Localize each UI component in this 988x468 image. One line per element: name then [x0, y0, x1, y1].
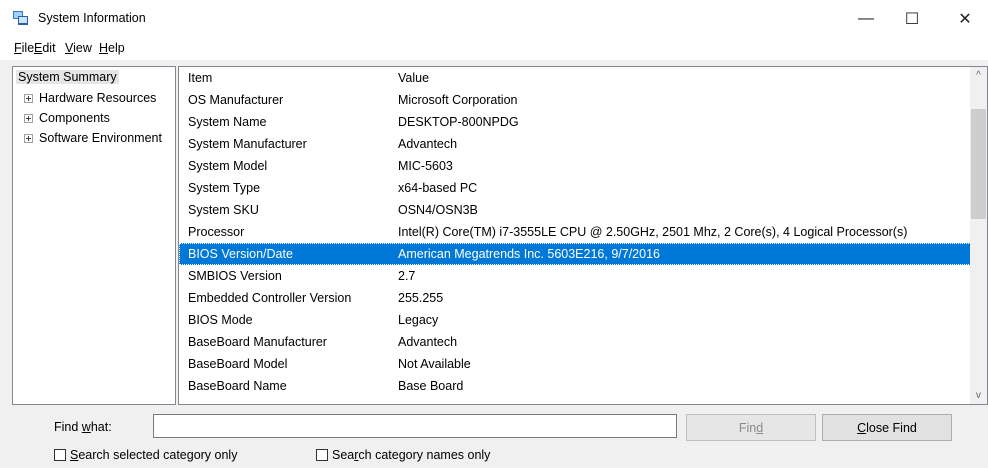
list-row[interactable]: BaseBoard Manufacturer Advantech: [179, 331, 971, 353]
checkbox-box[interactable]: [54, 449, 66, 461]
menu-view[interactable]: View: [65, 41, 92, 55]
row-item: SMBIOS Version: [188, 269, 282, 283]
row-item: BaseBoard Name: [188, 379, 287, 393]
row-item: BaseBoard Model: [188, 357, 288, 371]
checkbox-label: Search category names only: [332, 448, 491, 462]
row-item: BIOS Version/Date: [188, 247, 293, 261]
row-item: System SKU: [188, 203, 259, 217]
scroll-up-icon[interactable]: ^: [970, 67, 987, 84]
row-item: Processor: [188, 225, 245, 239]
row-item: BIOS Mode: [188, 313, 253, 327]
row-value: Not Available: [398, 357, 471, 371]
list-row[interactable]: System Name DESKTOP-800NPDG: [179, 111, 971, 133]
tree-item-hardware-resources[interactable]: Hardware Resources: [13, 89, 173, 107]
maximize-button[interactable]: ☐: [889, 0, 935, 38]
row-item: BaseBoard Manufacturer: [188, 335, 327, 349]
row-value: Advantech: [398, 335, 458, 349]
checkbox-label: Search selected category only: [70, 448, 238, 462]
title-bar: System Information — ☐ ✕: [0, 0, 988, 38]
list-row[interactable]: Embedded Controller Version 255.255: [179, 287, 971, 309]
list-row[interactable]: System Type x64-based PC: [179, 177, 971, 199]
row-value: Advantech: [398, 137, 458, 151]
list-row[interactable]: SMBIOS Version 2.7: [179, 265, 971, 287]
find-what-label: Find what:: [54, 420, 112, 434]
list-row[interactable]: BIOS Mode Legacy: [179, 309, 971, 331]
row-value: American Megatrends Inc. 5603E216, 9/7/2…: [398, 247, 660, 261]
menu-edit[interactable]: Edit: [34, 41, 56, 55]
column-header-item[interactable]: Item: [188, 67, 212, 89]
category-tree[interactable]: System Summary Hardware Resources Compon…: [12, 66, 176, 405]
list-row[interactable]: OS Manufacturer Microsoft Corporation: [179, 89, 971, 111]
vertical-scrollbar[interactable]: ^ v: [970, 67, 987, 404]
menu-bar: File Edit View Help: [0, 38, 988, 60]
row-value: 255.255: [398, 291, 444, 305]
menu-help[interactable]: Help: [99, 41, 125, 55]
expand-icon[interactable]: [24, 114, 33, 123]
close-find-button[interactable]: Close Find: [822, 414, 952, 441]
list-row[interactable]: System Model MIC-5603: [179, 155, 971, 177]
window-title: System Information: [38, 11, 146, 25]
system-information-icon: [13, 11, 28, 25]
row-item: System Model: [188, 159, 268, 173]
scroll-thumb[interactable]: [971, 109, 986, 219]
row-value: Base Board: [398, 379, 464, 393]
row-value: DESKTOP-800NPDG: [398, 115, 519, 129]
row-value: Intel(R) Core(TM) i7-3555LE CPU @ 2.50GH…: [398, 225, 908, 239]
column-header-value[interactable]: Value: [398, 67, 429, 89]
row-value: Legacy: [398, 313, 439, 327]
list-row[interactable]: BIOS Version/Date American Megatrends Inc…: [179, 243, 971, 265]
scroll-down-icon[interactable]: v: [970, 387, 987, 404]
row-value: MIC-5603: [398, 159, 453, 173]
row-item: System Manufacturer: [188, 137, 307, 151]
row-value: Microsoft Corporation: [398, 93, 518, 107]
checkbox-box[interactable]: [316, 449, 328, 461]
list-row[interactable]: Processor Intel(R) Core(TM) i7-3555LE CPU…: [179, 221, 971, 243]
row-item: System Name: [188, 115, 267, 129]
list-row[interactable]: BaseBoard Name Base Board: [179, 375, 971, 397]
details-list[interactable]: Item Value OS Manufacturer Microsoft Corp…: [178, 66, 988, 405]
expand-icon[interactable]: [24, 134, 33, 143]
tree-item-components[interactable]: Components: [13, 109, 173, 127]
list-row[interactable]: System Manufacturer Advantech: [179, 133, 971, 155]
search-selected-category-checkbox[interactable]: Search selected category only: [54, 448, 237, 462]
list-row[interactable]: System SKU OSN4/OSN3B: [179, 199, 971, 221]
list-row[interactable]: BaseBoard Model Not Available: [179, 353, 971, 375]
minimize-button[interactable]: —: [843, 0, 889, 38]
find-input[interactable]: [153, 414, 677, 438]
row-item: System Type: [188, 181, 261, 195]
tree-item-software-environment[interactable]: Software Environment: [13, 129, 173, 147]
tree-item-system-summary[interactable]: System Summary: [16, 68, 119, 86]
row-value: x64-based PC: [398, 181, 478, 195]
list-header: Item Value: [179, 67, 971, 89]
row-item: Embedded Controller Version: [188, 291, 352, 305]
row-value: 2.7: [398, 269, 416, 283]
expand-icon[interactable]: [24, 94, 33, 103]
find-button[interactable]: Fin d: [686, 414, 816, 441]
row-value: OSN4/OSN3B: [398, 203, 478, 217]
search-category-names-checkbox[interactable]: Search category names only: [316, 448, 490, 462]
row-item: OS Manufacturer: [188, 93, 284, 107]
close-button[interactable]: ✕: [942, 0, 988, 38]
menu-file[interactable]: File: [14, 41, 34, 55]
